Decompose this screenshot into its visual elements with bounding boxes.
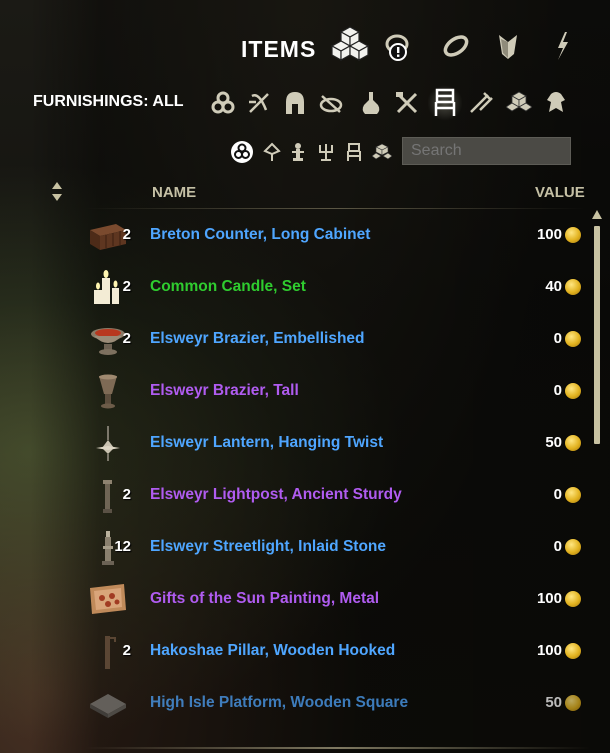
potion-icon[interactable] [358,90,384,116]
item-value: 100 [536,226,562,243]
weapons-icon[interactable] [542,26,582,66]
cubes-icon[interactable] [330,24,370,64]
platform-icon [88,684,128,724]
item-quantity: 2 [122,642,131,659]
list-item[interactable]: 12 Elsweyr Streetlight, Inlaid Stone 0 [0,522,590,574]
item-name: Elsweyr Lantern, Hanging Twist [150,434,384,451]
gold-coin-icon [565,591,581,607]
item-value: 100 [536,590,562,607]
list-item[interactable]: Gifts of the Sun Painting, Metal 100 [0,574,590,626]
painting-icon [88,580,128,620]
item-quantity: 2 [122,486,131,503]
tall-brazier-icon [88,372,128,412]
item-value: 0 [553,330,562,347]
item-quantity: 2 [122,226,131,243]
gold-coin-icon [565,643,581,659]
statue-icon[interactable] [288,142,308,162]
item-name: Elsweyr Streetlight, Inlaid Stone [150,538,386,555]
gold-coin-icon [565,487,581,503]
materials-icon[interactable] [506,90,532,116]
item-quantity: 2 [122,278,131,295]
furniture-chair-icon[interactable] [428,84,462,122]
item-name: Hakoshae Pillar, Wooden Hooked [150,642,396,659]
list-item[interactable]: 2 Common Candle, Set 40 [0,262,590,314]
item-name: High Isle Platform, Wooden Square [150,694,409,711]
gold-coin-icon [565,279,581,295]
list-item[interactable]: 2 Elsweyr Lightpost, Ancient Sturdy 0 [0,470,590,522]
list-item[interactable]: 2 Elsweyr Brazier, Embellished 0 [0,314,590,366]
tools-icon[interactable] [318,90,344,116]
scroll-up-arrow[interactable] [592,210,602,219]
helmet-icon[interactable] [282,90,308,116]
item-name: Gifts of the Sun Painting, Metal [150,590,380,607]
gold-coin-icon [565,227,581,243]
candelabra-icon[interactable] [316,142,336,162]
filter-label: FURNISHINGS: ALL [33,93,184,110]
crafting-stations-icon[interactable] [246,90,272,116]
item-name: Elsweyr Brazier, Embellished [150,330,365,347]
column-header-value[interactable]: VALUE [535,184,585,201]
stolen-items-icon[interactable] [378,26,418,66]
item-value: 0 [553,486,562,503]
weapons-cross-icon[interactable] [394,90,420,116]
list-item[interactable]: High Isle Platform, Wooden Square 50 [0,678,590,730]
trophy-icon[interactable] [543,90,569,116]
gold-coin-icon [565,539,581,555]
column-header-name[interactable]: NAME [152,184,196,201]
item-value: 40 [545,278,562,295]
jewelry-icon[interactable] [436,26,476,66]
item-value: 0 [553,382,562,399]
chair-icon[interactable] [344,142,364,162]
item-name: Elsweyr Lightpost, Ancient Sturdy [150,486,402,503]
header-divider [85,208,585,209]
item-value: 0 [553,538,562,555]
search-input[interactable] [402,137,571,165]
item-quantity: 12 [114,538,131,555]
list-item[interactable]: 2 Hakoshae Pillar, Wooden Hooked 100 [0,626,590,678]
gold-coin-icon [565,331,581,347]
item-value: 100 [536,642,562,659]
list-item[interactable]: Elsweyr Brazier, Tall 0 [0,366,590,418]
armor-icon[interactable] [488,26,528,66]
sort-arrows-icon[interactable] [51,180,63,204]
item-value: 50 [545,434,562,451]
all-categories-icon[interactable] [210,90,236,116]
item-quantity: 2 [122,330,131,347]
mount-icon[interactable] [468,90,494,116]
lantern-icon [88,424,128,464]
item-value: 50 [545,694,562,711]
list-item[interactable]: Elsweyr Lantern, Hanging Twist 50 [0,418,590,470]
list-item[interactable]: 2 Breton Counter, Long Cabinet 100 [0,210,590,262]
gold-coin-icon [565,383,581,399]
gold-coin-icon [565,435,581,451]
page-title: ITEMS [241,36,317,62]
item-name: Common Candle, Set [150,278,306,295]
gold-coin-icon [565,695,581,711]
all-subcategories-icon[interactable] [230,140,254,164]
scrollbar-thumb[interactable] [594,226,600,444]
item-name: Breton Counter, Long Cabinet [150,226,371,243]
blocks-icon[interactable] [372,142,392,162]
item-name: Elsweyr Brazier, Tall [150,382,299,399]
lighting-icon[interactable] [262,142,282,162]
bottom-divider [85,747,590,749]
